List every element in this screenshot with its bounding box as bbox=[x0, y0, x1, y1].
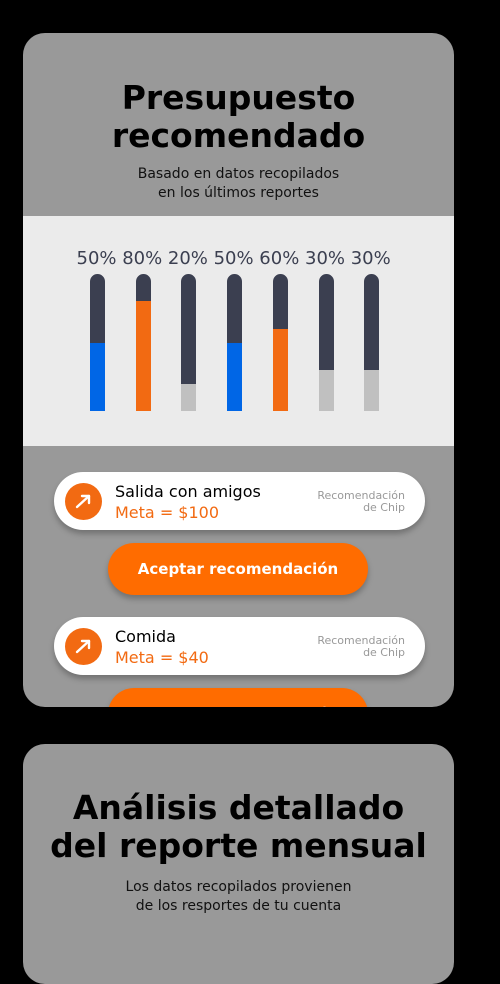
bar-track bbox=[318, 274, 334, 411]
analysis-card[interactable]: Análisis detallado del reporte mensual L… bbox=[23, 744, 454, 984]
budget-title: Presupuesto recomendado bbox=[23, 79, 454, 155]
bar-fill bbox=[272, 328, 288, 411]
accept-recommendation-button[interactable]: Aceptar recomendación bbox=[108, 688, 368, 707]
bar-track bbox=[364, 274, 380, 411]
analysis-subtitle-line2: de los resportes de tu cuenta bbox=[135, 898, 342, 914]
bar-label: 60% bbox=[259, 248, 300, 269]
recommendation-name: Comida bbox=[115, 627, 176, 646]
bar-track bbox=[227, 274, 243, 411]
analysis-title-line2: del reporte mensual bbox=[50, 826, 427, 865]
bar-fill bbox=[227, 342, 243, 411]
recommendation-goal: Meta = $100 bbox=[115, 503, 220, 522]
budget-subtitle-line2: en los últimos reportes bbox=[158, 185, 319, 201]
accept-recommendation-button[interactable]: Aceptar recomendación bbox=[108, 543, 368, 595]
recommendation-source: Recomendación de Chip bbox=[295, 490, 405, 514]
bar-fill bbox=[364, 369, 380, 411]
recommendation-card-2[interactable]: Comida Meta = $40 Recomendación de Chip bbox=[54, 617, 425, 675]
recommendation-goal: Meta = $40 bbox=[115, 648, 209, 667]
trending-up-icon bbox=[65, 628, 102, 665]
recommendation-source-line2: de Chip bbox=[363, 501, 405, 514]
budget-bar-chart: 50% 80% 20% 50% 60% 30% 30% bbox=[23, 216, 454, 446]
bar-track bbox=[181, 274, 197, 411]
bar-fill bbox=[181, 383, 197, 411]
bar-label: 80% bbox=[122, 248, 163, 269]
trending-up-icon bbox=[65, 483, 102, 520]
recommendation-source: Recomendación de Chip bbox=[295, 635, 405, 659]
analysis-subtitle-line1: Los datos recopilados provienen bbox=[125, 879, 352, 895]
bar-fill bbox=[318, 369, 334, 411]
bar-label: 30% bbox=[305, 248, 346, 269]
analysis-subtitle: Los datos recopilados provienen de los r… bbox=[23, 878, 454, 916]
bar-track bbox=[135, 274, 151, 411]
bar-fill bbox=[90, 342, 105, 411]
bar-track bbox=[272, 274, 288, 411]
budget-card: Presupuesto recomendado Basado en datos … bbox=[23, 33, 454, 707]
recommendation-name: Salida con amigos bbox=[115, 482, 261, 501]
recommendation-card-1[interactable]: Salida con amigos Meta = $100 Recomendac… bbox=[54, 472, 425, 530]
budget-subtitle-line1: Basado en datos recopilados bbox=[137, 166, 340, 182]
bar-track bbox=[90, 274, 105, 411]
bar-label: 30% bbox=[350, 248, 391, 269]
analysis-title: Análisis detallado del reporte mensual bbox=[23, 789, 454, 865]
budget-subtitle: Basado en datos recopilados en los últim… bbox=[23, 165, 454, 203]
budget-title-line1: Presupuesto bbox=[121, 78, 356, 117]
bar-fill bbox=[135, 301, 151, 411]
recommendation-source-line2: de Chip bbox=[363, 646, 405, 659]
analysis-title-line1: Análisis detallado bbox=[72, 788, 405, 827]
bar-label: 50% bbox=[76, 248, 117, 269]
bar-label: 50% bbox=[213, 248, 254, 269]
budget-title-line2: recomendado bbox=[111, 116, 366, 155]
bar-label: 20% bbox=[167, 248, 208, 269]
